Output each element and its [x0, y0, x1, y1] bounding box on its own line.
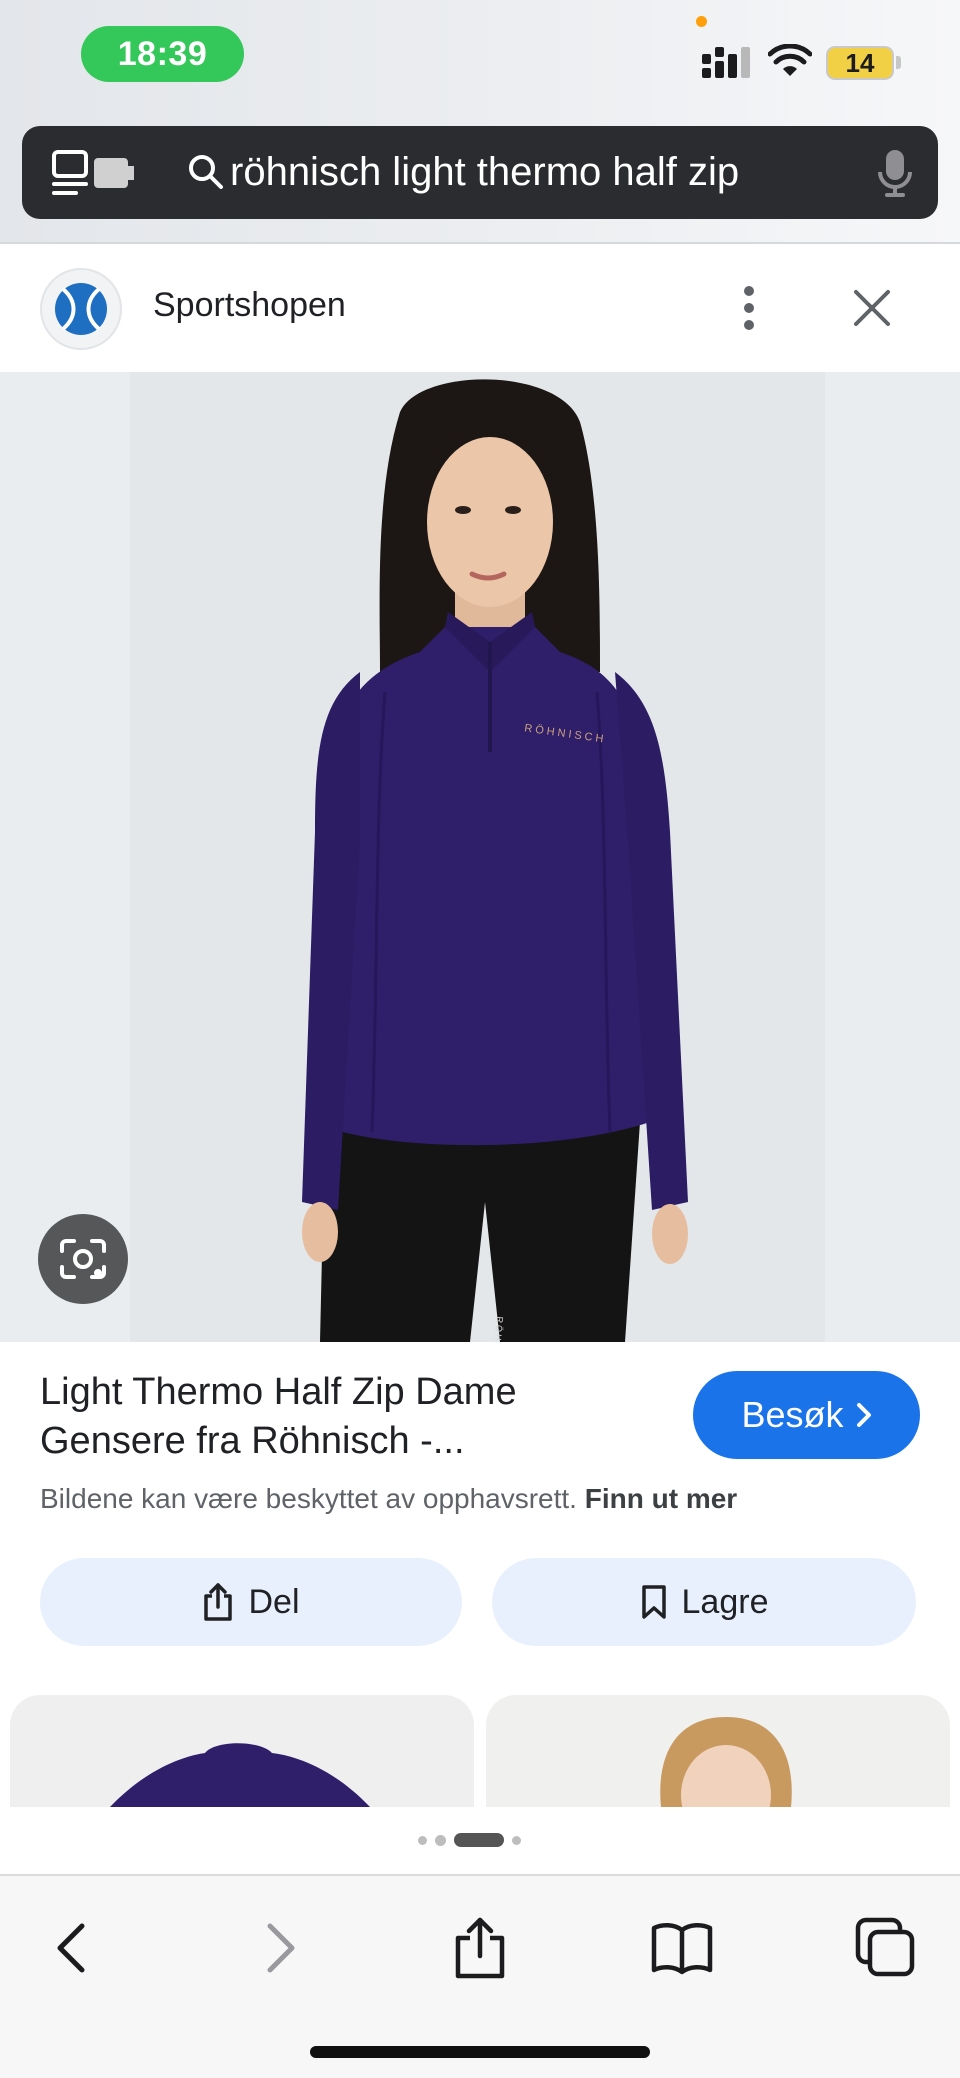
save-button-label: Lagre	[681, 1582, 769, 1621]
back-icon[interactable]	[40, 1916, 104, 1980]
lens-icon	[60, 1239, 106, 1279]
pager-dot-active[interactable]	[454, 1833, 504, 1847]
save-button[interactable]: Lagre	[492, 1558, 916, 1646]
close-icon[interactable]	[850, 286, 894, 330]
battery-cap	[896, 56, 901, 69]
wifi-icon	[768, 44, 812, 76]
forward-icon[interactable]	[248, 1916, 312, 1980]
product-photo	[0, 372, 960, 1342]
tab-overview-icon[interactable]	[52, 150, 152, 196]
tennis-ball-logo-icon	[55, 283, 107, 335]
related-thumbnail	[660, 1717, 792, 1807]
copyright-text: Bildene kan være beskyttet av opphavsret…	[40, 1483, 577, 1514]
copyright-notice: Bildene kan være beskyttet av opphavsret…	[40, 1480, 737, 1518]
visit-button-label: Besøk	[741, 1394, 844, 1435]
tabs-icon[interactable]	[854, 1916, 918, 1980]
url-search-query[interactable]: röhnisch light thermo half zip	[230, 146, 739, 198]
status-time: 18:39	[81, 26, 244, 82]
privacy-indicator-dot	[696, 16, 707, 27]
learn-more-link[interactable]: Finn ut mer	[585, 1483, 737, 1514]
product-title-line1: Light Thermo Half Zip Dame	[40, 1371, 517, 1413]
related-thumbnail	[110, 1743, 370, 1807]
source-name[interactable]: Sportshopen	[153, 282, 346, 328]
battery-level: 14	[845, 47, 875, 78]
mic-icon[interactable]	[877, 148, 913, 198]
product-title[interactable]: Light Thermo Half Zip Dame Gensere fra R…	[40, 1368, 660, 1466]
bookmarks-book-icon[interactable]	[650, 1916, 714, 1980]
chevron-right-icon	[856, 1403, 871, 1427]
source-header: Sportshopen	[0, 244, 960, 372]
product-image[interactable]: RÖHNISCH RÖHNISCH	[0, 372, 960, 1342]
status-time-label: 18:39	[117, 34, 208, 73]
home-indicator	[310, 2046, 650, 2058]
url-bar[interactable]: röhnisch light thermo half zip	[22, 126, 938, 219]
share-icon	[204, 1583, 233, 1621]
search-icon	[189, 155, 223, 189]
browser-top-area: 18:39 14 röhnisch light thermo half zip	[0, 0, 960, 244]
pager-dot[interactable]	[512, 1835, 521, 1845]
cellular-signal-icon	[702, 47, 750, 78]
pager-dot[interactable]	[418, 1835, 427, 1845]
visit-button[interactable]: Besøk	[693, 1371, 920, 1459]
pager-dot[interactable]	[435, 1834, 446, 1846]
more-vert-icon[interactable]	[742, 284, 756, 332]
share-button[interactable]: Del	[40, 1558, 462, 1646]
source-logo[interactable]	[40, 268, 122, 350]
share-icon[interactable]	[448, 1916, 512, 1980]
product-title-line2: Gensere fra Röhnisch -...	[40, 1420, 465, 1462]
bookmark-icon	[641, 1585, 666, 1619]
related-result-card[interactable]	[486, 1695, 950, 1807]
related-result-card[interactable]	[10, 1695, 474, 1807]
lens-search-button[interactable]	[38, 1214, 128, 1304]
image-pager[interactable]	[418, 1832, 521, 1848]
battery-indicator: 14	[826, 46, 894, 80]
share-button-label: Del	[248, 1582, 300, 1621]
